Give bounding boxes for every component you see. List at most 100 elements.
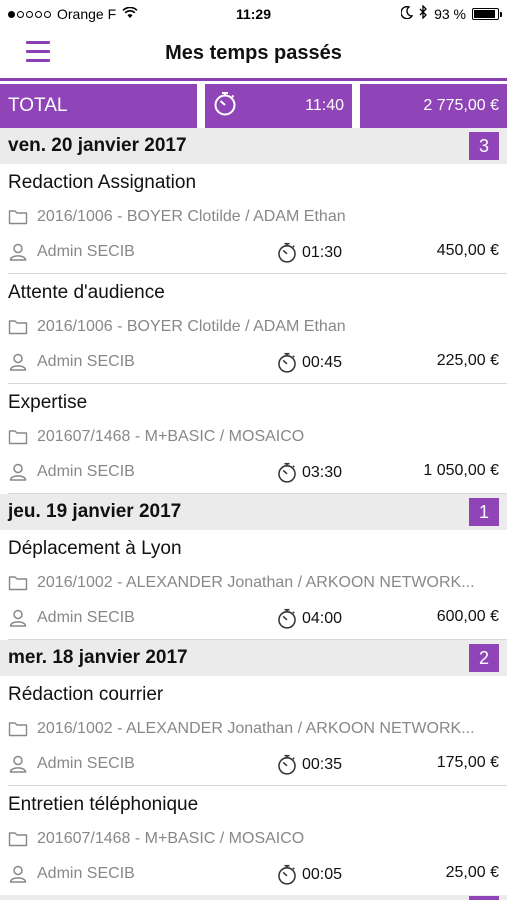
status-right: 93 % <box>400 4 502 22</box>
battery-icon <box>472 7 502 20</box>
entry-folder-text: 2016/1006 - BOYER Clotilde / ADAM Ethan <box>37 208 346 225</box>
entry-duration-value: 00:35 <box>302 756 343 773</box>
entry-duration-value: 04:00 <box>302 610 343 627</box>
entry-folder-text: 2016/1002 - ALEXANDER Jonathan / ARKOON … <box>37 574 475 591</box>
day-label: ven. 20 janvier 2017 <box>8 135 187 156</box>
day-label: jeu. 19 janvier 2017 <box>8 501 182 522</box>
folder-icon <box>8 831 28 847</box>
day-entry-count-badge: 1 <box>469 498 499 526</box>
entry-meta: Admin SECIB 03:30 1 050,00 € <box>8 462 499 484</box>
entry-duration-value: 00:05 <box>302 866 343 883</box>
time-entry[interactable]: Entretien téléphonique 201607/1468 - M+BA… <box>0 786 507 896</box>
entry-amount: 25,00 € <box>445 864 499 881</box>
total-amount: 2 775,00 € <box>360 84 507 128</box>
entry-user-name: Admin SECIB <box>37 755 135 772</box>
entry-duration-value: 01:30 <box>302 244 343 261</box>
stopwatch-icon <box>276 608 298 630</box>
entry-user-name: Admin SECIB <box>37 463 135 480</box>
total-duration-cell: 11:40 <box>205 84 352 128</box>
user-icon <box>8 462 28 482</box>
entry-user: Admin SECIB <box>8 462 135 482</box>
total-label: TOTAL <box>0 84 197 128</box>
totals-bar: TOTAL 11:40 2 775,00 € <box>0 84 507 128</box>
day-label: mer. 18 janvier 2017 <box>8 647 188 668</box>
navigation-bar: Mes temps passés <box>0 28 507 78</box>
entry-user: Admin SECIB <box>8 864 135 884</box>
entry-meta: Admin SECIB 00:45 225,00 € <box>8 352 499 374</box>
entry-folder: 2016/1002 - ALEXANDER Jonathan / ARKOON … <box>8 574 498 592</box>
entry-folder-text: 2016/1006 - BOYER Clotilde / ADAM Ethan <box>37 318 346 335</box>
entry-duration: 04:00 <box>276 608 342 630</box>
stopwatch-icon <box>276 352 298 374</box>
stopwatch-icon <box>276 242 298 264</box>
battery-percent: 93 % <box>434 5 466 22</box>
user-icon <box>8 864 28 884</box>
entry-user-name: Admin SECIB <box>37 243 135 260</box>
entry-folder: 2016/1002 - ALEXANDER Jonathan / ARKOON … <box>8 720 498 738</box>
entry-user: Admin SECIB <box>8 242 135 262</box>
next-day-header-partial <box>0 895 507 900</box>
day-header: jeu. 19 janvier 2017 1 <box>0 494 507 530</box>
entry-meta: Admin SECIB 00:05 25,00 € <box>8 864 499 886</box>
entry-duration: 00:35 <box>276 754 342 776</box>
entry-folder: 201607/1468 - M+BASIC / MOSAICO <box>8 428 498 446</box>
entry-folder: 2016/1006 - BOYER Clotilde / ADAM Ethan <box>8 318 498 336</box>
time-entry[interactable]: Attente d'audience 2016/1006 - BOYER Clot… <box>0 274 507 384</box>
status-bar: Orange F 11:29 93 % <box>0 0 507 28</box>
folder-icon <box>8 319 28 335</box>
time-entry[interactable]: Redaction Assignation 2016/1006 - BOYER C… <box>0 164 507 274</box>
moon-icon <box>400 5 414 22</box>
entry-folder: 201607/1468 - M+BASIC / MOSAICO <box>8 830 498 848</box>
entry-title: Entretien téléphonique <box>8 794 199 815</box>
time-entry[interactable]: Expertise 201607/1468 - M+BASIC / MOSAICO… <box>0 384 507 494</box>
folder-icon <box>8 721 28 737</box>
entry-amount: 450,00 € <box>436 242 499 259</box>
entry-amount: 600,00 € <box>436 608 499 625</box>
folder-icon <box>8 575 28 591</box>
entry-user-name: Admin SECIB <box>37 353 135 370</box>
stopwatch-icon <box>276 864 298 886</box>
user-icon <box>8 754 28 774</box>
entry-user: Admin SECIB <box>8 608 135 628</box>
stopwatch-icon <box>276 754 298 776</box>
day-entry-count-badge: 2 <box>469 644 499 672</box>
entry-meta: Admin SECIB 01:30 450,00 € <box>8 242 499 264</box>
entry-user: Admin SECIB <box>8 754 135 774</box>
entry-duration: 03:30 <box>276 462 342 484</box>
time-entries-list[interactable]: ven. 20 janvier 2017 3 Redaction Assignati… <box>0 128 507 896</box>
entry-duration: 00:45 <box>276 352 342 374</box>
header-divider <box>0 78 507 81</box>
time-entry[interactable]: Déplacement à Lyon 2016/1002 - ALEXANDER … <box>0 530 507 640</box>
entry-amount: 1 050,00 € <box>423 462 499 479</box>
entry-duration-value: 03:30 <box>302 464 343 481</box>
entry-meta: Admin SECIB 00:35 175,00 € <box>8 754 499 776</box>
entry-title: Rédaction courrier <box>8 684 164 705</box>
entry-folder-text: 2016/1002 - ALEXANDER Jonathan / ARKOON … <box>37 720 475 737</box>
entry-folder: 2016/1006 - BOYER Clotilde / ADAM Ethan <box>8 208 498 226</box>
entry-duration: 00:05 <box>276 864 342 886</box>
entry-user: Admin SECIB <box>8 352 135 372</box>
next-day-count-partial <box>469 896 499 900</box>
entry-meta: Admin SECIB 04:00 600,00 € <box>8 608 499 630</box>
entry-duration-value: 00:45 <box>302 354 343 371</box>
folder-icon <box>8 209 28 225</box>
entry-title: Redaction Assignation <box>8 172 197 193</box>
total-duration: 11:40 <box>305 97 344 114</box>
bluetooth-icon <box>419 4 428 22</box>
entry-user-name: Admin SECIB <box>37 609 135 626</box>
day-header: ven. 20 janvier 2017 3 <box>0 128 507 164</box>
stopwatch-icon <box>276 462 298 484</box>
day-entry-count-badge: 3 <box>469 132 499 160</box>
entry-duration: 01:30 <box>276 242 342 264</box>
user-icon <box>8 352 28 372</box>
battery-level <box>474 9 496 18</box>
entry-user-name: Admin SECIB <box>37 865 135 882</box>
user-icon <box>8 242 28 262</box>
entry-title: Déplacement à Lyon <box>8 538 182 559</box>
entry-folder-text: 201607/1468 - M+BASIC / MOSAICO <box>37 428 305 445</box>
folder-icon <box>8 429 28 445</box>
time-entry[interactable]: Rédaction courrier 2016/1002 - ALEXANDER … <box>0 676 507 786</box>
day-header: mer. 18 janvier 2017 2 <box>0 640 507 676</box>
entry-folder-text: 201607/1468 - M+BASIC / MOSAICO <box>37 830 305 847</box>
stopwatch-icon <box>213 91 237 122</box>
